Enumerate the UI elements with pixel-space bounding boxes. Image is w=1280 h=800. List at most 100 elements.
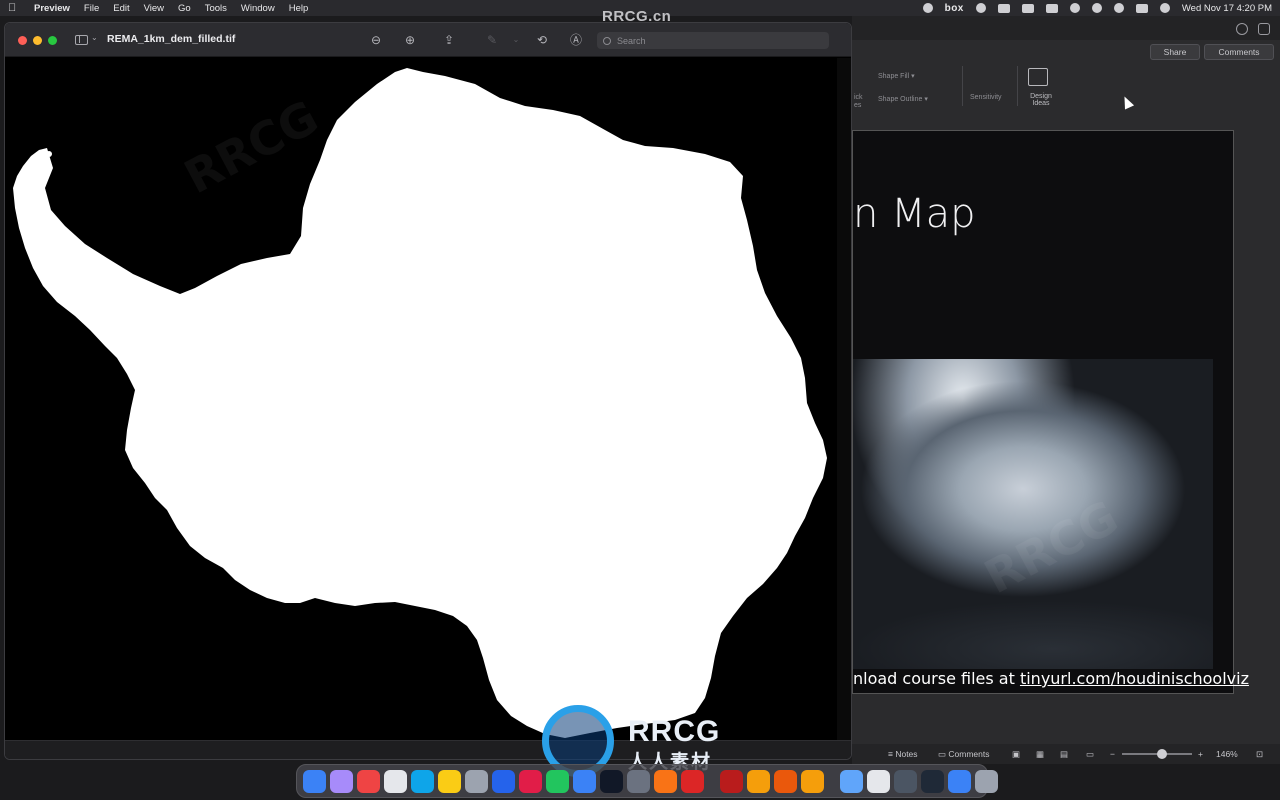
dock-app-icon[interactable] (330, 769, 353, 793)
comments-status-button[interactable]: ▭ Comments (938, 749, 990, 760)
minimize-button[interactable] (33, 36, 42, 45)
dock-app-icon[interactable] (465, 769, 488, 793)
dock-app-icon[interactable] (573, 769, 596, 793)
menu-edit[interactable]: Edit (113, 3, 129, 14)
slide-sorter-icon[interactable]: ▦ (1036, 749, 1044, 760)
reading-view-icon[interactable]: ▤ (1060, 749, 1068, 760)
dock-app-icon[interactable] (975, 769, 998, 793)
island-fragment (104, 337, 110, 343)
chevron-down-icon[interactable]: ⌄ (91, 33, 98, 42)
fit-slide-icon[interactable]: ⊡ (1256, 749, 1263, 760)
bluetooth-icon[interactable] (1069, 3, 1080, 13)
menu-window[interactable]: Window (241, 3, 275, 14)
search-icon[interactable] (1113, 3, 1124, 13)
share-label: Share (1163, 47, 1187, 57)
search-icon[interactable] (1236, 23, 1248, 35)
sensitivity-button[interactable]: Sensitivity (970, 94, 1002, 101)
slide-title[interactable]: n Map (853, 191, 975, 237)
dock-app-icon[interactable] (681, 769, 704, 793)
antarctica-landmass (13, 68, 827, 738)
zoom-slider-knob[interactable] (1157, 749, 1167, 759)
dock-app-icon[interactable] (438, 769, 461, 793)
slide-antarctica-image[interactable] (853, 359, 1213, 669)
zoom-in-button[interactable]: + (1198, 749, 1203, 759)
share-button[interactable]: Share (1150, 44, 1200, 60)
sync-icon[interactable] (922, 3, 933, 13)
dv-icon[interactable] (1021, 3, 1034, 13)
share-icon[interactable]: ⇪ (442, 33, 456, 47)
dock-app-icon[interactable] (303, 769, 326, 793)
caption-text: nload course files at (853, 669, 1020, 688)
slideshow-icon[interactable]: ▭ (1086, 749, 1094, 760)
ppt-status-bar: ≡ Notes ▭ Comments ▣ ▦ ▤ ▭ − + 146% ⊡ (852, 744, 1280, 764)
dock-app-icon[interactable] (774, 769, 797, 793)
screen-icon[interactable] (997, 3, 1010, 13)
normal-view-icon[interactable]: ▣ (1012, 749, 1020, 760)
markup-icon[interactable]: Ⓐ (569, 33, 583, 47)
battery-icon[interactable] (1045, 3, 1058, 13)
chevron-down-icon[interactable]: ⌄ (509, 33, 523, 47)
quick-styles-partial-2[interactable]: es (854, 102, 861, 109)
menu-tools[interactable]: Tools (205, 3, 227, 14)
share-people-icon[interactable] (1258, 23, 1270, 35)
shape-fill-button[interactable]: Shape Fill ▾ (878, 72, 915, 80)
search-icon (603, 36, 611, 45)
dock-app-icon[interactable] (627, 769, 650, 793)
rotate-icon[interactable]: ⟲ (535, 33, 549, 47)
quick-styles-partial[interactable]: ick (854, 94, 863, 101)
image-canvas[interactable] (5, 58, 837, 740)
search-field[interactable]: Search (597, 32, 829, 49)
preview-window: ⌄ REMA_1km_dem_filled.tif ⊖ ⊕ ⇪ ✎ ⌄ ⟲ Ⓐ … (4, 22, 852, 760)
dock-app-icon[interactable] (747, 769, 770, 793)
dock-app-icon[interactable] (948, 769, 971, 793)
caption-link[interactable]: tinyurl.com/houdinischoolviz (1020, 669, 1249, 688)
menu-go[interactable]: Go (178, 3, 191, 14)
control-center-icon[interactable] (1135, 3, 1148, 13)
menu-file[interactable]: File (84, 3, 99, 14)
markup-pen-icon[interactable]: ✎ (485, 33, 499, 47)
comments-button[interactable]: Comments (1204, 44, 1274, 60)
dock-app-icon[interactable] (894, 769, 917, 793)
zoom-out-button[interactable]: − (1110, 749, 1115, 759)
logo-text-top: RRCG (628, 715, 721, 748)
box-status-icon[interactable]: box (945, 3, 964, 14)
menu-app-name[interactable]: Preview (34, 3, 70, 14)
sidebar-toggle-icon[interactable] (75, 35, 88, 45)
dock-app-icon[interactable] (600, 769, 623, 793)
dock-app-icon[interactable] (720, 769, 743, 793)
zoom-in-icon[interactable]: ⊕ (403, 33, 417, 47)
comments-status-label: Comments (948, 749, 990, 759)
dock-app-icon[interactable] (519, 769, 542, 793)
vertical-scrollbar[interactable] (837, 58, 851, 740)
document-title: REMA_1km_dem_filled.tif (107, 33, 236, 45)
dock-app-icon[interactable] (411, 769, 434, 793)
menu-view[interactable]: View (144, 3, 164, 14)
dock-app-icon[interactable] (654, 769, 677, 793)
notes-button[interactable]: ≡ Notes (888, 749, 918, 759)
zoom-button[interactable] (48, 36, 57, 45)
zoom-out-icon[interactable]: ⊖ (369, 33, 383, 47)
slide-canvas[interactable]: n Map nload course files at tinyurl.com/… (852, 130, 1249, 694)
dock-app-icon[interactable] (840, 769, 863, 793)
siri-icon[interactable] (1159, 3, 1170, 13)
creative-cloud-icon[interactable] (975, 3, 986, 13)
menu-help[interactable]: Help (289, 3, 309, 14)
design-ideas-button[interactable]: Design Ideas (1024, 93, 1058, 107)
powerpoint-window: Share Comments ick es Shape Fill ▾ Shape… (852, 16, 1280, 764)
close-button[interactable] (18, 36, 27, 45)
dock-app-icon[interactable] (384, 769, 407, 793)
dock-app-icon[interactable] (546, 769, 569, 793)
shape-outline-button[interactable]: Shape Outline ▾ (878, 95, 928, 103)
apple-menu-icon[interactable]:  (8, 2, 24, 14)
slide-caption[interactable]: nload course files at tinyurl.com/houdin… (853, 669, 1249, 688)
clock[interactable]: Wed Nov 17 4:20 PM (1182, 3, 1272, 14)
dock-app-icon[interactable] (921, 769, 944, 793)
dock-app-icon[interactable] (801, 769, 824, 793)
dock-app-icon[interactable] (357, 769, 380, 793)
ppt-title-strip (852, 16, 1280, 40)
design-ideas-icon[interactable] (1028, 68, 1048, 86)
wifi-icon[interactable] (1091, 3, 1102, 13)
dock-app-icon[interactable] (492, 769, 515, 793)
dock-app-icon[interactable] (867, 769, 890, 793)
zoom-level[interactable]: 146% (1216, 749, 1238, 759)
